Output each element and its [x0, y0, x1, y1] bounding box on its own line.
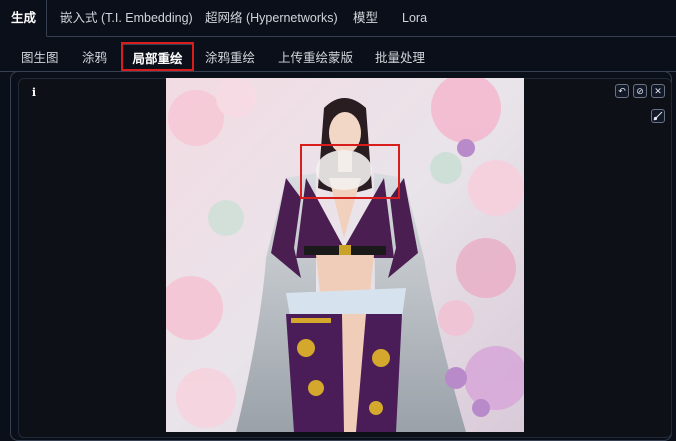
tab-batch[interactable]: 批量处理 — [375, 44, 425, 72]
tab-hypernetworks[interactable]: 超网络 (Hypernetworks) — [205, 0, 338, 37]
info-icon[interactable]: i — [27, 86, 41, 100]
clear-icon[interactable]: ⊘ — [633, 84, 647, 98]
undo-icon[interactable]: ↶ — [615, 84, 629, 98]
img2img-sub-tab-bar: 图生图 涂鸦 局部重绘 涂鸦重绘 上传重绘蒙版 批量处理 — [0, 44, 676, 72]
tab-inpaint[interactable]: 局部重绘 — [122, 44, 193, 72]
brush-icon[interactable] — [651, 109, 665, 123]
tab-inpaint-upload[interactable]: 上传重绘蒙版 — [278, 44, 353, 72]
source-image — [166, 78, 524, 432]
inpaint-canvas[interactable] — [166, 78, 524, 432]
tab-sketch[interactable]: 涂鸦 — [82, 44, 107, 72]
tab-img2img[interactable]: 图生图 — [21, 44, 59, 72]
tab-generate[interactable]: 生成 — [0, 0, 47, 37]
tab-models[interactable]: 模型 — [353, 0, 378, 37]
close-icon[interactable]: ✕ — [651, 84, 665, 98]
tab-lora[interactable]: Lora — [402, 0, 427, 37]
tab-embedding[interactable]: 嵌入式 (T.I. Embedding) — [60, 0, 193, 37]
tab-inpaint-sketch[interactable]: 涂鸦重绘 — [205, 44, 255, 72]
top-tab-bar: 生成 嵌入式 (T.I. Embedding) 超网络 (Hypernetwor… — [0, 0, 676, 37]
